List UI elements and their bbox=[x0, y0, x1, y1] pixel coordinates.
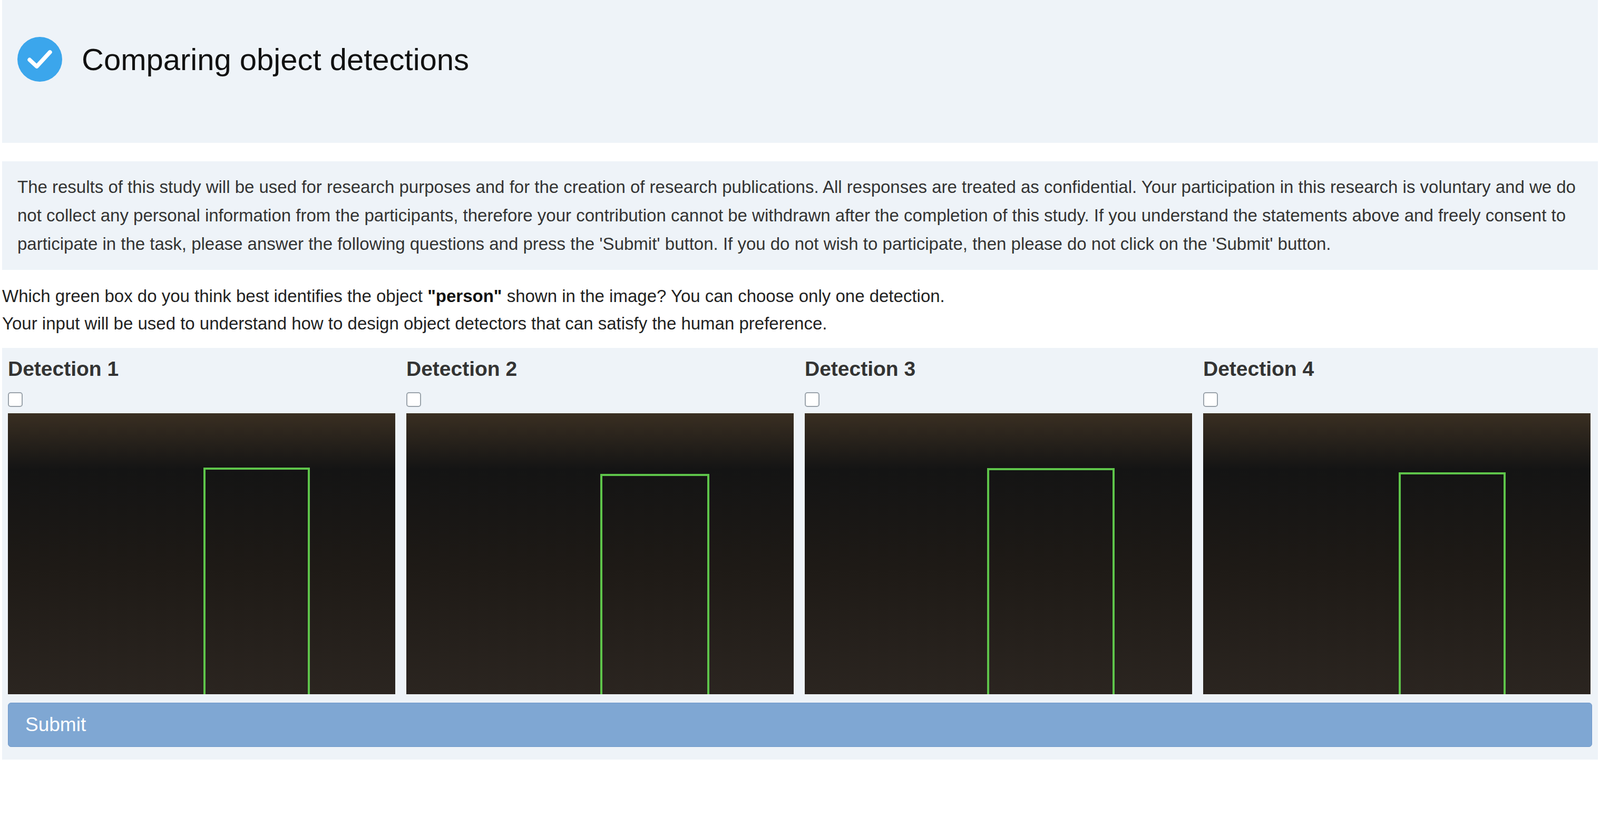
detection-box bbox=[203, 467, 310, 695]
detection-label: Detection 2 bbox=[406, 356, 794, 382]
consent-text: The results of this study will be used f… bbox=[2, 161, 1598, 270]
detection-image[interactable] bbox=[804, 413, 1193, 695]
detection-checkbox[interactable] bbox=[7, 392, 23, 407]
question-line: Your input will be used to understand ho… bbox=[2, 309, 1598, 338]
object-name: "person" bbox=[427, 286, 502, 306]
detection-image[interactable] bbox=[1203, 413, 1591, 695]
question: Which green box do you think best identi… bbox=[0, 269, 1600, 338]
detection-option: Detection 1 bbox=[7, 356, 396, 695]
detection-box bbox=[1398, 472, 1506, 695]
question-after: shown in the image? You can choose only … bbox=[501, 286, 945, 306]
check-circle-icon bbox=[17, 36, 63, 82]
detection-option: Detection 3 bbox=[804, 356, 1193, 695]
detection-checkbox[interactable] bbox=[1203, 392, 1218, 407]
detection-checkbox[interactable] bbox=[406, 392, 422, 407]
detection-box bbox=[600, 473, 710, 695]
detections-panel: Detection 1 Detection 2 Detection 3 Detecti… bbox=[2, 347, 1598, 760]
detection-label: Detection 3 bbox=[804, 356, 1193, 382]
detection-checkbox[interactable] bbox=[804, 392, 820, 407]
detection-option: Detection 4 bbox=[1203, 356, 1591, 695]
page-title: Comparing object detections bbox=[81, 36, 470, 82]
detection-image[interactable] bbox=[406, 413, 794, 695]
detection-box bbox=[987, 467, 1115, 695]
page-header: Comparing object detections bbox=[2, 0, 1598, 143]
detection-option: Detection 2 bbox=[406, 356, 794, 695]
question-before: Which green box do you think best identi… bbox=[2, 286, 428, 306]
detections: Detection 1 Detection 2 Detection 3 Detecti… bbox=[7, 356, 1593, 695]
detection-image[interactable] bbox=[7, 413, 396, 695]
detection-label: Detection 4 bbox=[1203, 356, 1591, 382]
question-line: Which green box do you think best identi… bbox=[2, 282, 1598, 310]
detection-label: Detection 1 bbox=[7, 356, 396, 382]
submit-button[interactable]: Submit bbox=[7, 702, 1593, 747]
